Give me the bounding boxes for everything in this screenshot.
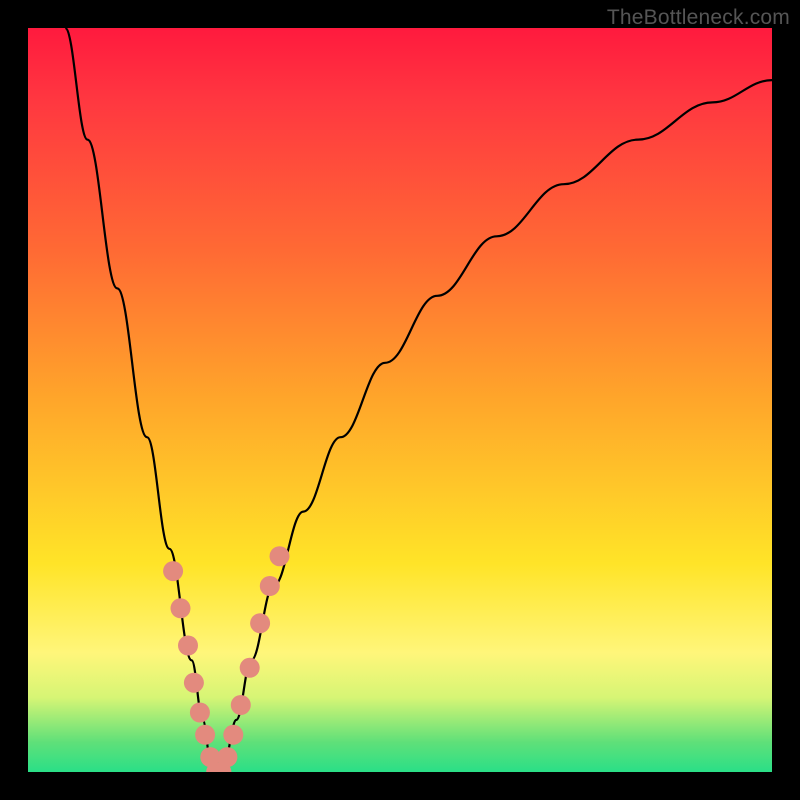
highlight-dot: [217, 747, 237, 767]
highlight-dot: [195, 725, 215, 745]
highlight-dot: [240, 658, 260, 678]
watermark-text: TheBottleneck.com: [607, 6, 790, 30]
highlight-dots: [163, 546, 289, 772]
highlight-dot: [184, 673, 204, 693]
chart-frame: TheBottleneck.com: [0, 0, 800, 800]
chart-plot-area: [28, 28, 772, 772]
highlight-dot: [270, 546, 290, 566]
highlight-dot: [223, 725, 243, 745]
highlight-dot: [163, 561, 183, 581]
bottleneck-curve: [65, 28, 772, 772]
highlight-dot: [260, 576, 280, 596]
highlight-dot: [178, 636, 198, 656]
highlight-dot: [171, 598, 191, 618]
highlight-dot: [250, 613, 270, 633]
highlight-dot: [231, 695, 251, 715]
highlight-dot: [190, 703, 210, 723]
chart-svg: [28, 28, 772, 772]
